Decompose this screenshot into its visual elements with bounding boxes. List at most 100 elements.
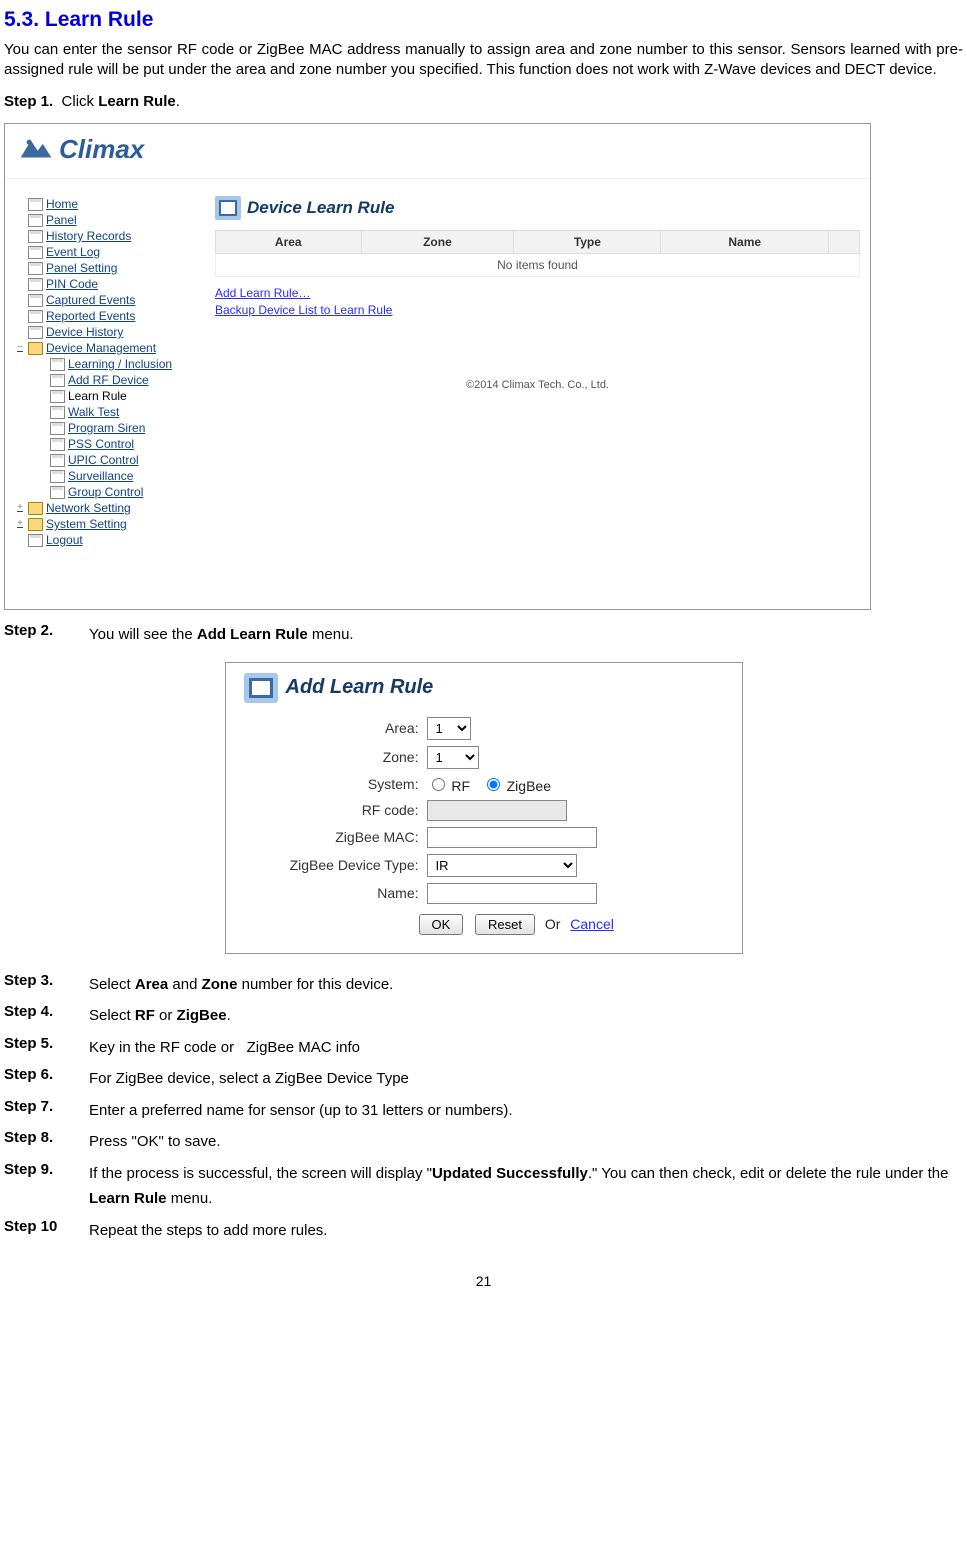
name-input[interactable] bbox=[427, 883, 597, 904]
label-name: Name: bbox=[244, 885, 427, 901]
dtype-select[interactable]: IR bbox=[427, 854, 577, 877]
col-type: Type bbox=[514, 231, 661, 254]
step-label: Step 5. bbox=[4, 1035, 89, 1061]
nav-item[interactable]: Reported Events bbox=[15, 308, 185, 324]
step-label: Step 10 bbox=[4, 1218, 89, 1244]
step-1-label: Step 1. bbox=[4, 93, 53, 110]
backup-device-list-link[interactable]: Backup Device List to Learn Rule bbox=[215, 302, 860, 319]
reset-button[interactable]: Reset bbox=[475, 914, 535, 935]
nav-item[interactable]: Logout bbox=[15, 532, 185, 548]
radio-rf-wrap[interactable]: RF bbox=[427, 775, 471, 794]
page-number: 21 bbox=[4, 1273, 963, 1289]
dialog-title-row: Add Learn Rule bbox=[244, 673, 724, 703]
panel-links: Add Learn Rule… Backup Device List to Le… bbox=[215, 285, 860, 319]
step-1: Step 1. Click Learn Rule. bbox=[4, 91, 963, 114]
panel-title-icon bbox=[215, 196, 241, 220]
step-1-post: . bbox=[176, 93, 180, 110]
step-item: Step 7.Enter a preferred name for sensor… bbox=[4, 1098, 963, 1124]
radio-zigbee[interactable] bbox=[487, 778, 500, 791]
nav-item[interactable]: Add RF Device bbox=[15, 372, 185, 388]
mac-input[interactable] bbox=[427, 827, 597, 848]
row-rfcode: RF code: bbox=[244, 800, 724, 821]
step-body: Select RF or ZigBee. bbox=[89, 1003, 963, 1029]
cancel-link[interactable]: Cancel bbox=[570, 916, 614, 932]
step-body: Repeat the steps to add more rules. bbox=[89, 1218, 963, 1244]
step-label: Step 9. bbox=[4, 1161, 89, 1212]
rfcode-input[interactable] bbox=[427, 800, 567, 821]
ok-button[interactable]: OK bbox=[419, 914, 464, 935]
step-2-bold: Add Learn Rule bbox=[197, 626, 308, 643]
step-2-body: You will see the Add Learn Rule menu. bbox=[89, 622, 963, 648]
nav-item[interactable]: Captured Events bbox=[15, 292, 185, 308]
button-row: OK Reset Or Cancel bbox=[244, 914, 724, 935]
nav-item[interactable]: +Network Setting bbox=[15, 500, 185, 516]
step-2-post: menu. bbox=[308, 626, 354, 643]
step-body: For ZigBee device, select a ZigBee Devic… bbox=[89, 1066, 963, 1092]
nav-item[interactable]: Learning / Inclusion bbox=[15, 356, 185, 372]
nav-tree: HomePanelHistory RecordsEvent LogPanel S… bbox=[15, 196, 185, 548]
dialog-title-icon bbox=[244, 673, 278, 703]
nav-item[interactable]: PIN Code bbox=[15, 276, 185, 292]
nav-item[interactable]: Event Log bbox=[15, 244, 185, 260]
table-empty: No items found bbox=[216, 254, 860, 277]
col-name: Name bbox=[661, 231, 829, 254]
dialog-title: Add Learn Rule bbox=[286, 676, 434, 699]
panel-title: Device Learn Rule bbox=[247, 198, 394, 218]
nav-item[interactable]: Home bbox=[15, 196, 185, 212]
nav-item[interactable]: Panel bbox=[15, 212, 185, 228]
climax-logo-icon bbox=[19, 132, 53, 166]
nav-item[interactable]: Walk Test bbox=[15, 404, 185, 420]
intro-paragraph: You can enter the sensor RF code or ZigB… bbox=[4, 40, 963, 81]
content-panel: Device Learn Rule Area Zone Type Name No… bbox=[215, 196, 860, 391]
step-body: Select Area and Zone number for this dev… bbox=[89, 972, 963, 998]
nav-item[interactable]: UPIC Control bbox=[15, 452, 185, 468]
section-title: 5.3. Learn Rule bbox=[4, 8, 963, 32]
step-label: Step 8. bbox=[4, 1129, 89, 1155]
nav-item[interactable]: History Records bbox=[15, 228, 185, 244]
nav-item[interactable]: +System Setting bbox=[15, 516, 185, 532]
logo-text: Climax bbox=[59, 134, 144, 165]
radio-zigbee-label: ZigBee bbox=[507, 778, 551, 794]
step-item: Step 3.Select Area and Zone number for t… bbox=[4, 972, 963, 998]
add-learn-rule-link[interactable]: Add Learn Rule… bbox=[215, 285, 860, 302]
nav-item: Learn Rule bbox=[15, 388, 185, 404]
label-system: System: bbox=[244, 776, 427, 792]
label-zone: Zone: bbox=[244, 749, 427, 765]
step-2-label: Step 2. bbox=[4, 622, 89, 648]
row-name: Name: bbox=[244, 883, 724, 904]
step-1-pre: Click bbox=[62, 93, 99, 110]
row-mac: ZigBee MAC: bbox=[244, 827, 724, 848]
row-dtype: ZigBee Device Type: IR bbox=[244, 854, 724, 877]
nav-item[interactable]: PSS Control bbox=[15, 436, 185, 452]
screenshot-device-learn-rule: Climax HomePanelHistory RecordsEvent Log… bbox=[4, 123, 871, 610]
nav-item[interactable]: Surveillance bbox=[15, 468, 185, 484]
area-select[interactable]: 1 bbox=[427, 717, 471, 740]
step-item: Step 5.Key in the RF code or ZigBee MAC … bbox=[4, 1035, 963, 1061]
col-area: Area bbox=[216, 231, 362, 254]
nav-item[interactable]: Group Control bbox=[15, 484, 185, 500]
nav-item[interactable]: Panel Setting bbox=[15, 260, 185, 276]
nav-item[interactable]: Program Siren bbox=[15, 420, 185, 436]
zone-select[interactable]: 1 bbox=[427, 746, 479, 769]
step-2-pre: You will see the bbox=[89, 626, 197, 643]
row-zone: Zone: 1 bbox=[244, 746, 724, 769]
step-item: Step 10Repeat the steps to add more rule… bbox=[4, 1218, 963, 1244]
step-label: Step 6. bbox=[4, 1066, 89, 1092]
nav-item[interactable]: −Device Management bbox=[15, 340, 185, 356]
col-blank bbox=[829, 231, 860, 254]
col-zone: Zone bbox=[361, 231, 514, 254]
radio-rf[interactable] bbox=[432, 778, 445, 791]
step-label: Step 3. bbox=[4, 972, 89, 998]
radio-rf-label: RF bbox=[451, 778, 470, 794]
logo-row: Climax bbox=[5, 124, 870, 179]
label-dtype: ZigBee Device Type: bbox=[244, 857, 427, 873]
or-text: Or bbox=[545, 916, 561, 932]
radio-zigbee-wrap[interactable]: ZigBee bbox=[482, 775, 551, 794]
label-mac: ZigBee MAC: bbox=[244, 829, 427, 845]
row-system: System: RF ZigBee bbox=[244, 775, 724, 794]
step-item: Step 8.Press "OK" to save. bbox=[4, 1129, 963, 1155]
copyright: ©2014 Climax Tech. Co., Ltd. bbox=[215, 379, 860, 391]
nav-item[interactable]: Device History bbox=[15, 324, 185, 340]
rules-table: Area Zone Type Name No items found bbox=[215, 230, 860, 277]
row-area: Area: 1 bbox=[244, 717, 724, 740]
